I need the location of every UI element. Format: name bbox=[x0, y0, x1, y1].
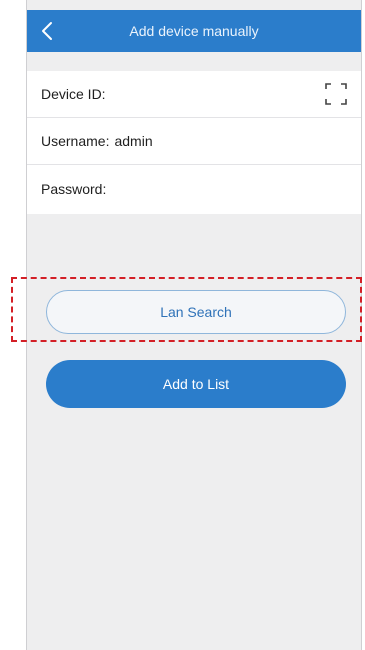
page-title: Add device manually bbox=[129, 23, 259, 39]
lan-search-button[interactable]: Lan Search bbox=[46, 290, 346, 334]
username-input[interactable] bbox=[114, 133, 265, 149]
password-input[interactable] bbox=[111, 180, 262, 197]
scan-frame-icon bbox=[325, 83, 347, 105]
device-form: Device ID: Username: admin Password: bbox=[27, 71, 361, 214]
password-label: Password: bbox=[41, 180, 107, 197]
scan-button[interactable] bbox=[325, 83, 347, 105]
username-row: Username: bbox=[27, 118, 361, 165]
password-row: Password: bbox=[27, 165, 361, 212]
add-to-list-button[interactable]: Add to List bbox=[46, 360, 346, 408]
screenshot-canvas: Add device manually Device ID: Username:… bbox=[0, 0, 365, 650]
nav-bar: Add device manually bbox=[27, 10, 361, 52]
device-id-row: Device ID: bbox=[27, 71, 361, 118]
device-id-label: Device ID: bbox=[41, 86, 106, 102]
username-label: Username: bbox=[41, 133, 110, 149]
app-screen: Add device manually Device ID: Username:… bbox=[26, 0, 362, 650]
device-id-input[interactable] bbox=[110, 86, 261, 102]
